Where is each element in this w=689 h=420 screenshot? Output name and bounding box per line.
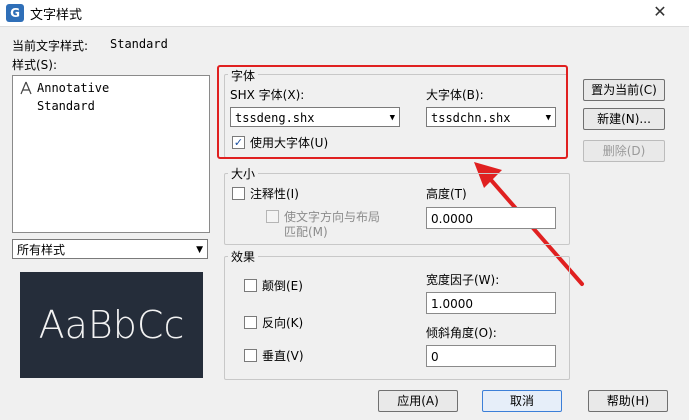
upside-down-label: 颠倒(E) [262, 279, 303, 293]
backwards-checkbox[interactable] [244, 316, 257, 329]
vertical-checkbox[interactable] [244, 349, 257, 362]
help-button[interactable]: 帮助(H) [588, 390, 668, 412]
styles-label: 样式(S): [12, 58, 58, 72]
oblique-angle-input[interactable]: 0 [426, 345, 556, 367]
title-bar [0, 0, 689, 27]
current-style-value: Standard [110, 37, 168, 51]
set-current-button[interactable]: 置为当前(C) [583, 79, 665, 101]
height-input[interactable]: 0.0000 [426, 207, 556, 229]
match-orientation-label-2: 匹配(M) [284, 225, 328, 239]
annotation-highlight-box [217, 65, 568, 159]
annotative-icon [20, 81, 32, 95]
list-item-standard[interactable]: Standard [37, 98, 95, 114]
style-filter-value: 所有样式 [17, 243, 66, 257]
effects-group-label: 效果 [228, 248, 259, 265]
backwards-label: 反向(K) [262, 316, 304, 330]
styles-list[interactable]: Annotative Standard [12, 75, 210, 233]
height-label: 高度(T) [426, 187, 467, 201]
chevron-down-icon: ▼ [196, 245, 203, 255]
size-group-label: 大小 [228, 165, 259, 182]
app-icon: G [6, 4, 24, 22]
current-style-label: 当前文字样式: [12, 39, 89, 53]
close-icon[interactable]: ✕ [637, 1, 683, 23]
annotative-label: 注释性(I) [250, 187, 299, 201]
apply-button[interactable]: 应用(A) [378, 390, 458, 412]
new-style-button[interactable]: 新建(N)... [583, 108, 665, 130]
style-filter-combo[interactable]: 所有样式 ▼ [12, 239, 208, 259]
match-orientation-checkbox[interactable] [266, 210, 279, 223]
window-title: 文字样式 [30, 8, 83, 23]
font-preview: AaBbCc [20, 272, 203, 378]
width-factor-label: 宽度因子(W): [426, 273, 500, 287]
upside-down-checkbox[interactable] [244, 279, 257, 292]
list-item-annotative[interactable]: Annotative [37, 80, 109, 96]
annotative-checkbox[interactable] [232, 187, 245, 200]
width-factor-input[interactable]: 1.0000 [426, 292, 556, 314]
vertical-label: 垂直(V) [262, 349, 304, 363]
oblique-angle-label: 倾斜角度(O): [426, 326, 497, 340]
cancel-button[interactable]: 取消 [482, 390, 562, 412]
delete-style-button[interactable]: 删除(D) [583, 140, 665, 162]
